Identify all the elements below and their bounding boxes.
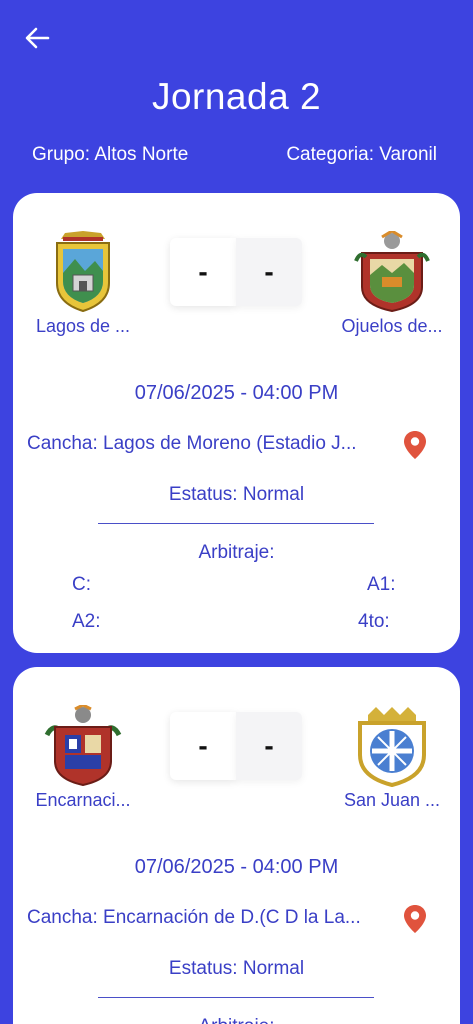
- home-score: -: [170, 712, 236, 780]
- match-datetime: 07/06/2025 - 04:00 PM: [134, 856, 339, 878]
- home-score: -: [170, 238, 236, 306]
- referees-title: Arbitraje:: [13, 1016, 460, 1024]
- match-card[interactable]: Encarnaci... - - San Juan ... 07/06/2025…: [13, 667, 460, 1024]
- match-status: Estatus: Normal: [168, 484, 305, 505]
- home-team-name: Lagos de ...: [35, 316, 131, 336]
- category-label: Categoria: Varonil: [286, 144, 437, 165]
- match-venue: Cancha: Lagos de Moreno (Estadio J...: [27, 433, 357, 454]
- arrow-left-icon[interactable]: [24, 26, 50, 50]
- team-crest-icon: [56, 231, 110, 313]
- match-venue: Cancha: Encarnación de D.(C D la La...: [27, 907, 361, 928]
- match-card[interactable]: Lagos de ... - - Ojuelos de... 07/06/202…: [13, 193, 460, 653]
- team-crest-icon: [44, 705, 122, 787]
- referees-title: Arbitraje:: [198, 542, 275, 563]
- team-crest-icon: [354, 231, 430, 313]
- referee-fourth: 4to:: [358, 611, 390, 632]
- referee-assistant-2: A2:: [72, 611, 101, 632]
- away-score: -: [236, 238, 302, 306]
- home-team[interactable]: Lagos de ...: [13, 231, 153, 337]
- home-team-name: Encarnaci...: [35, 790, 131, 810]
- home-team[interactable]: Encarnaci...: [13, 705, 153, 811]
- divider: [98, 523, 374, 524]
- team-crest-icon: [358, 707, 426, 787]
- away-team-name: Ojuelos de...: [341, 316, 443, 336]
- divider: [98, 997, 374, 998]
- header: Jornada 2 Grupo: Altos Norte Categoria: …: [0, 0, 473, 190]
- group-label: Grupo: Altos Norte: [32, 144, 189, 165]
- location-pin-icon[interactable]: [403, 904, 427, 934]
- match-datetime: 07/06/2025 - 04:00 PM: [134, 382, 339, 404]
- away-team-name: San Juan ...: [343, 790, 441, 810]
- away-team[interactable]: Ojuelos de...: [322, 231, 460, 337]
- away-score: -: [236, 712, 302, 780]
- location-pin-icon[interactable]: [403, 430, 427, 460]
- scoreboard: - -: [170, 238, 302, 306]
- page-title: Jornada 2: [151, 76, 322, 117]
- away-team[interactable]: San Juan ...: [322, 705, 460, 811]
- match-status: Estatus: Normal: [168, 958, 305, 979]
- referee-assistant-1: A1:: [367, 574, 396, 595]
- scoreboard: - -: [170, 712, 302, 780]
- referee-central: C:: [72, 574, 91, 595]
- back-button[interactable]: [22, 24, 52, 52]
